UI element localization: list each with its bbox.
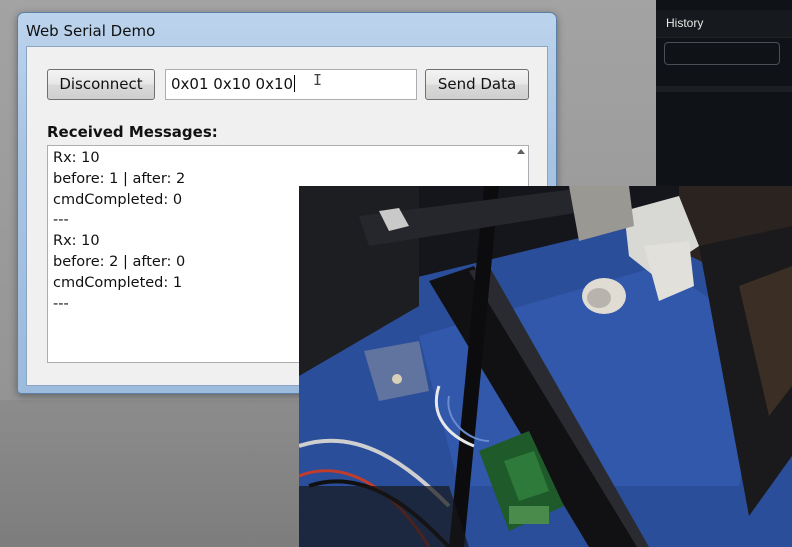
received-messages-label: Received Messages:: [47, 123, 218, 141]
disconnect-button[interactable]: Disconnect: [47, 69, 155, 100]
ibeam-cursor-icon: I: [313, 71, 323, 89]
scroll-up-arrow-icon[interactable]: [517, 149, 525, 154]
history-panel: History: [656, 0, 792, 190]
window-title: Web Serial Demo: [26, 22, 156, 40]
panel-divider: [656, 86, 792, 92]
data-input-value: 0x01 0x10 0x10: [171, 75, 294, 93]
data-input[interactable]: 0x01 0x10 0x10: [165, 69, 417, 100]
printer-photo-drawing: [299, 186, 792, 547]
text-caret: [294, 75, 296, 92]
message-line: Rx: 10: [53, 150, 100, 166]
send-data-button[interactable]: Send Data: [425, 69, 529, 100]
desktop-lower-area: [0, 400, 300, 547]
printer-photo: [299, 186, 792, 547]
history-search-input[interactable]: [664, 42, 780, 65]
tab-history[interactable]: History: [666, 16, 703, 30]
